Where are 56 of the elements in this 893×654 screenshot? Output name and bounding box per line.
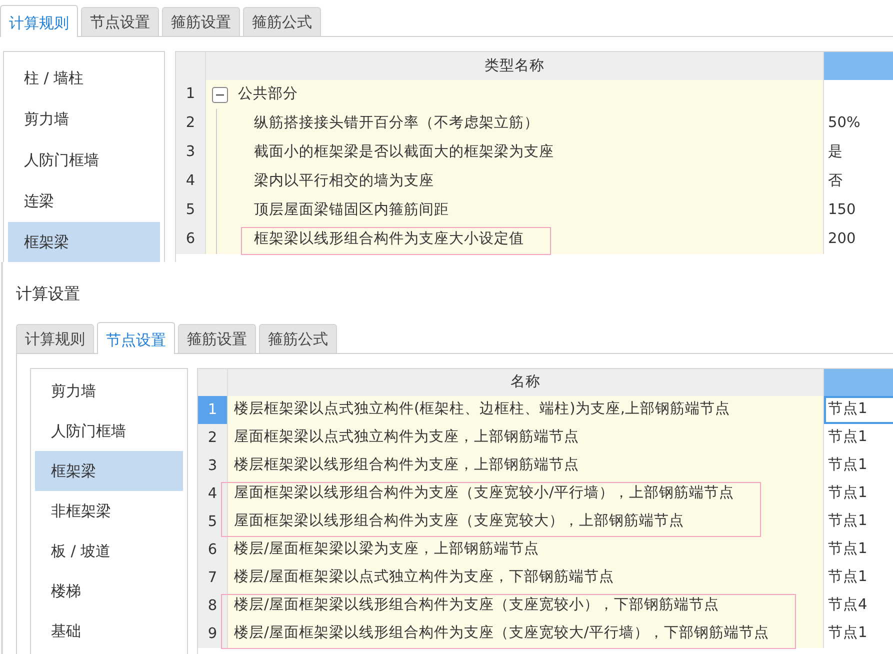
tab[interactable]: 箍筋公式 — [243, 7, 321, 36]
setting-name: 纵筋搭接接头错开百分率（不考虑架立筋） — [254, 114, 539, 133]
tab[interactable]: 箍筋公式 — [259, 324, 337, 353]
sidebar-item[interactable]: 柱 / 墙柱 — [8, 58, 160, 99]
row-number[interactable]: 2 — [198, 424, 228, 452]
setting-name: 楼层框架梁以点式独立构件(框架柱、边框柱、端柱)为支座,上部钢筋端节点 — [234, 400, 730, 420]
tab[interactable]: 节点设置 — [81, 7, 159, 36]
setting-name: 楼层/屋面框架梁以线形组合构件为支座（支座宽较大/平行墙），下部钢筋端节点 — [234, 624, 769, 644]
row-number[interactable]: 7 — [198, 564, 228, 592]
sidebar-item[interactable]: 框架梁 — [35, 451, 183, 491]
setting-name: 楼层/屋面框架梁以点式独立构件为支座，下部钢筋端节点 — [234, 568, 614, 588]
setting-name: 公共部分 — [238, 84, 298, 104]
row-number[interactable]: 6 — [176, 225, 206, 254]
setting-name: 截面小的框架梁是否以截面大的框架梁为支座 — [254, 142, 554, 162]
row-number[interactable]: 6 — [198, 536, 228, 564]
row-number[interactable]: 4 — [176, 167, 206, 196]
setting-name: 楼层框架梁以线形组合构件为支座，上部钢筋端节点 — [234, 456, 579, 476]
sidebar-item[interactable]: 非框架梁 — [35, 491, 183, 531]
tab[interactable]: 计算规则 — [16, 324, 94, 353]
collapse-icon[interactable] — [212, 86, 228, 102]
sidebar-item[interactable]: 剪力墙 — [8, 99, 160, 140]
column-header[interactable]: 类型名称 — [206, 52, 824, 80]
setting-name: 楼层/屋面框架梁以线形组合构件为支座（支座宽较小），下部钢筋端节点 — [234, 596, 719, 616]
row-number[interactable]: 4 — [198, 480, 228, 508]
setting-name: 屋面框架梁以线形组合构件为支座（支座宽较大），上部钢筋端节点 — [234, 512, 684, 532]
tab[interactable]: 箍筋设置 — [178, 324, 256, 353]
column-header[interactable] — [824, 369, 893, 396]
setting-name: 框架梁以线形组合构件为支座大小设定值 — [254, 230, 524, 249]
row-number[interactable]: 2 — [176, 109, 206, 138]
row-number[interactable]: 3 — [198, 452, 228, 480]
setting-name: 屋面框架梁以线形组合构件为支座（支座宽较小/平行墙），上部钢筋端节点 — [234, 484, 734, 504]
sidebar-item[interactable]: 板 / 坡道 — [35, 531, 183, 571]
row-number[interactable]: 3 — [176, 138, 206, 167]
row-number[interactable]: 5 — [198, 508, 228, 536]
tab[interactable]: 箍筋设置 — [162, 7, 240, 36]
column-header[interactable]: 名称 — [228, 369, 824, 396]
sidebar-item[interactable]: 框架梁 — [8, 222, 160, 262]
row-number[interactable]: 9 — [198, 620, 228, 648]
row-number[interactable]: 1 — [176, 80, 206, 109]
row-number[interactable]: 8 — [198, 592, 228, 620]
setting-name: 梁内以平行相交的墙为支座 — [254, 172, 434, 191]
sidebar-item[interactable]: 剪力墙 — [35, 371, 183, 411]
tab[interactable]: 节点设置 — [97, 322, 175, 354]
row-number[interactable]: 5 — [176, 196, 206, 225]
setting-name: 顶层屋面梁锚固区内箍筋间距 — [254, 200, 449, 220]
sidebar-item[interactable]: 连梁 — [8, 181, 160, 222]
setting-name: 楼层/屋面框架梁以梁为支座，上部钢筋端节点 — [234, 540, 539, 560]
sidebar-item[interactable]: 人防门框墙 — [8, 140, 160, 181]
setting-name: 屋面框架梁以点式独立构件为支座，上部钢筋端节点 — [234, 428, 579, 448]
sidebar-item[interactable]: 人防门框墙 — [35, 411, 183, 451]
sidebar-item[interactable]: 基础 — [35, 611, 183, 651]
column-header[interactable] — [824, 52, 893, 80]
value-cell[interactable]: 节点1 — [824, 396, 893, 424]
dialog-title: 计算设置 — [15, 283, 81, 305]
sidebar-item[interactable]: 楼梯 — [35, 571, 183, 611]
tab[interactable]: 计算规则 — [0, 5, 78, 37]
